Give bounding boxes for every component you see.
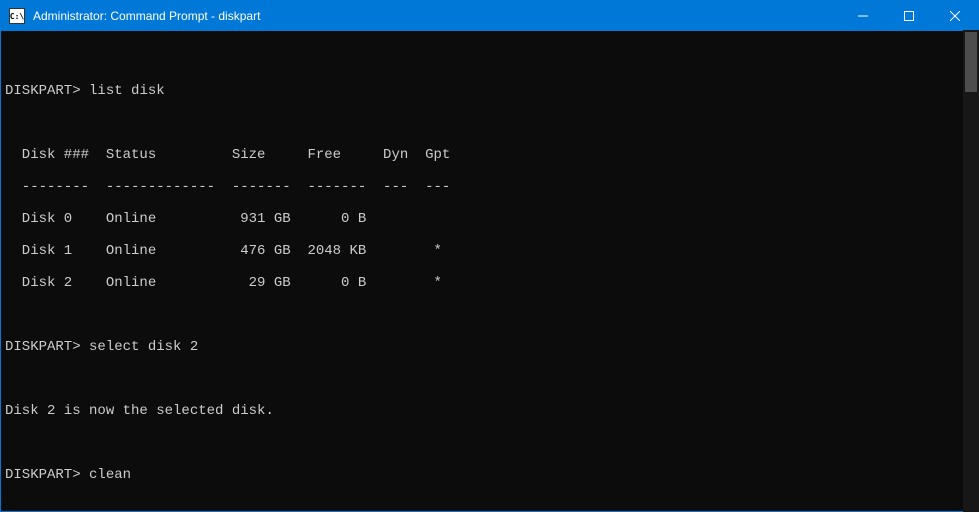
table-header: Disk ### Status Size Free Dyn Gpt [5,147,974,163]
window-title: Administrator: Command Prompt - diskpart [33,9,840,23]
prompt-line: DISKPART> clean [5,467,974,483]
table-row: Disk 2 Online 29 GB 0 B * [5,275,974,291]
command-text: select disk 2 [89,339,198,355]
prompt: DISKPART> [5,467,81,483]
minimize-button[interactable] [840,1,886,31]
blank-line [5,51,974,67]
window-controls [840,1,978,31]
blank-line [5,435,974,451]
terminal-output[interactable]: DISKPART> list disk Disk ### Status Size… [1,31,978,511]
scrollbar-thumb[interactable] [965,32,977,92]
vertical-scrollbar[interactable] [963,30,979,512]
minimize-icon [858,11,868,21]
maximize-icon [904,11,914,21]
table-divider: -------- ------------- ------- ------- -… [5,179,974,195]
blank-line [5,307,974,323]
maximize-button[interactable] [886,1,932,31]
blank-line [5,371,974,387]
close-button[interactable] [932,1,978,31]
command-text: clean [89,467,131,483]
app-icon: C:\ [9,8,25,24]
prompt: DISKPART> [5,339,81,355]
command-prompt-window: C:\ Administrator: Command Prompt - disk… [0,0,979,512]
prompt: DISKPART> [5,83,81,99]
blank-line [5,115,974,131]
prompt-line: DISKPART> select disk 2 [5,339,974,355]
blank-line [5,499,974,511]
table-row: Disk 0 Online 931 GB 0 B [5,211,974,227]
titlebar[interactable]: C:\ Administrator: Command Prompt - disk… [1,1,978,31]
command-text: list disk [89,83,165,99]
close-icon [950,11,960,21]
prompt-line: DISKPART> list disk [5,83,974,99]
table-row: Disk 1 Online 476 GB 2048 KB * [5,243,974,259]
output-message: Disk 2 is now the selected disk. [5,403,974,419]
